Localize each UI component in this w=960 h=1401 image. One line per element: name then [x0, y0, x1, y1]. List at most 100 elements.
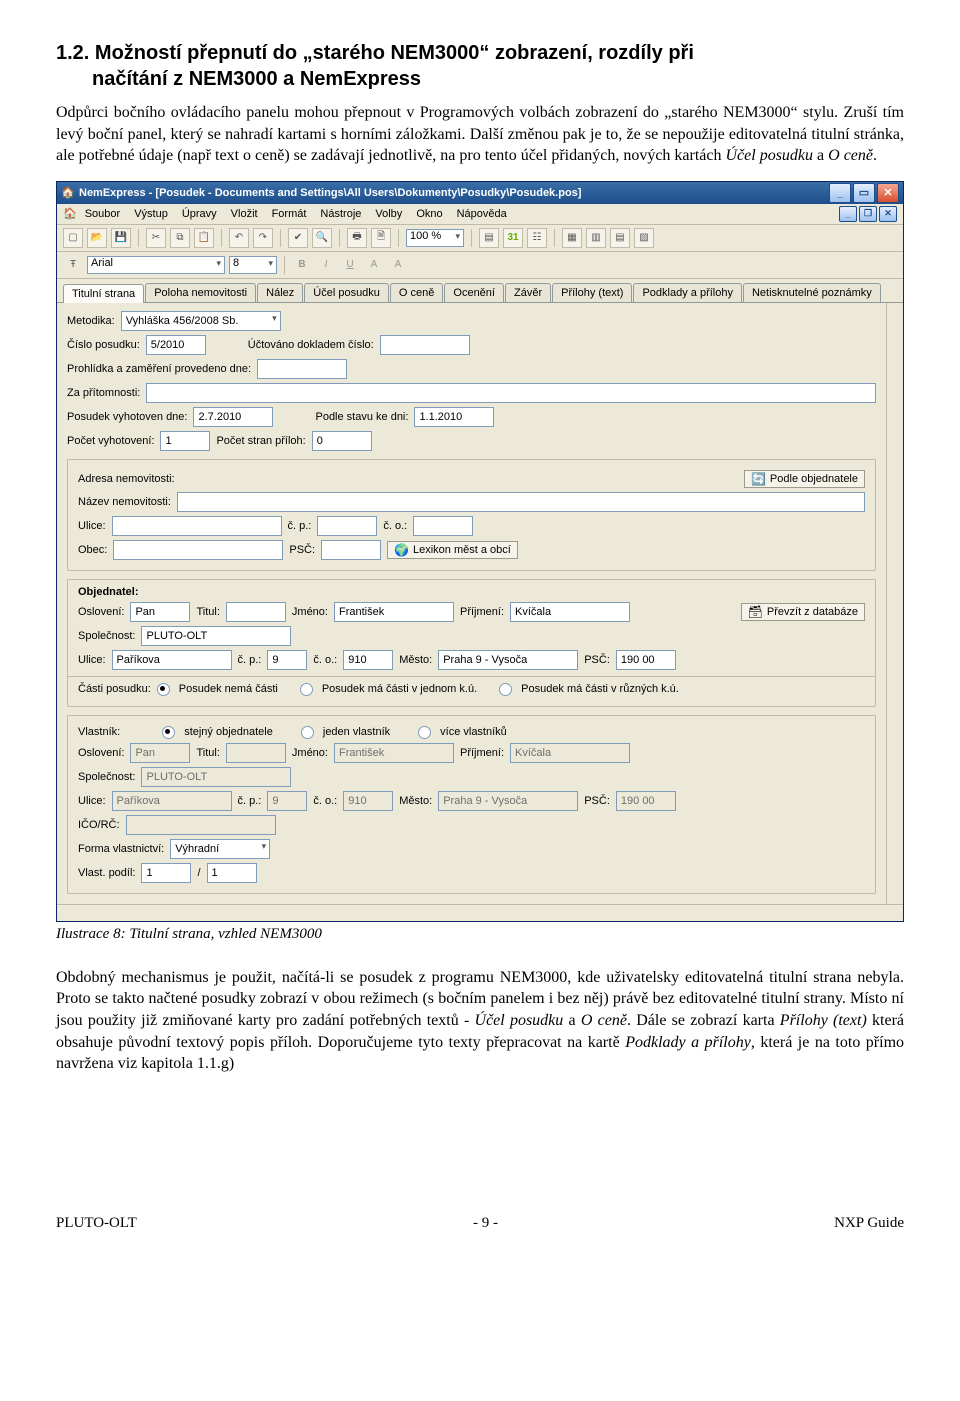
heading-line2: načítání z NEM3000 a NemExpress	[56, 66, 904, 92]
tab-ucel[interactable]: Účel posudku	[304, 283, 389, 302]
obj-ulice-input[interactable]: Paříkova	[112, 650, 232, 670]
titul-input[interactable]	[226, 602, 286, 622]
zoom-select[interactable]: 100 %	[406, 229, 464, 247]
tb-icon-c[interactable]: ▤	[610, 228, 630, 248]
copy-icon[interactable]: ⧉	[170, 228, 190, 248]
find-icon[interactable]: 🔍	[312, 228, 332, 248]
forma-select[interactable]: Výhradní	[170, 839, 270, 859]
prijmeni-input[interactable]: Kvíčala	[510, 602, 630, 622]
stav-input[interactable]: 1.1.2010	[414, 407, 494, 427]
vl-spol-label: Společnost:	[78, 771, 135, 783]
paste-icon[interactable]: 📋	[194, 228, 214, 248]
cut-icon[interactable]: ✂	[146, 228, 166, 248]
podle-objednatele-button[interactable]: 🔄Podle objednatele	[744, 470, 865, 488]
vl-radio-1[interactable]	[162, 726, 175, 739]
tab-ocene[interactable]: O ceně	[390, 283, 443, 302]
obec-input[interactable]	[113, 540, 283, 560]
mdi-close-button[interactable]: ✕	[879, 206, 897, 222]
mesto-label: Město:	[399, 654, 432, 666]
forma-label: Forma vlastnictví:	[78, 843, 164, 855]
preview-icon[interactable]: 🗎	[371, 228, 391, 248]
menu-volby[interactable]: Volby	[373, 207, 404, 221]
casti-radio-3[interactable]	[499, 683, 512, 696]
print-icon[interactable]: 🖶	[347, 228, 367, 248]
window-buttons: _ ▭ ✕	[829, 183, 899, 203]
vl-radio-3[interactable]	[418, 726, 431, 739]
ulice-input[interactable]	[112, 516, 282, 536]
obj-psc-input[interactable]: 190 00	[616, 650, 676, 670]
group-objednatel: Objednatel: Oslovení: Pan Titul: Jméno: …	[67, 579, 876, 707]
cp-input[interactable]	[317, 516, 377, 536]
prohlidka-input[interactable]	[257, 359, 347, 379]
highlight-button[interactable]: A	[388, 255, 408, 275]
uctovano-input[interactable]	[380, 335, 470, 355]
tab-netisk[interactable]: Netisknutelné poznámky	[743, 283, 881, 302]
misc-icon[interactable]: ☷	[527, 228, 547, 248]
casti-radio-1[interactable]	[157, 683, 170, 696]
tab-titulni-strana[interactable]: Titulní strana	[63, 284, 144, 303]
menu-vystup[interactable]: Výstup	[132, 207, 170, 221]
menu-okno[interactable]: Okno	[414, 207, 444, 221]
co-input[interactable]	[413, 516, 473, 536]
podil-a-input[interactable]: 1	[141, 863, 191, 883]
metodika-select[interactable]: Vyhláška 456/2008 Sb.	[121, 311, 281, 331]
open-icon[interactable]: 📂	[87, 228, 107, 248]
menu-nastroje[interactable]: Nástroje	[318, 207, 363, 221]
tab-zaver[interactable]: Závěr	[505, 283, 551, 302]
spell-icon[interactable]: ✔	[288, 228, 308, 248]
menu-soubor[interactable]: Soubor	[83, 207, 122, 221]
mdi-restore-button[interactable]: ❐	[859, 206, 877, 222]
vl-radio-2[interactable]	[301, 726, 314, 739]
date-icon[interactable]: 31	[503, 228, 523, 248]
maximize-button[interactable]: ▭	[853, 183, 875, 203]
undo-icon[interactable]: ↶	[229, 228, 249, 248]
tab-nalez[interactable]: Nález	[257, 283, 303, 302]
underline-button[interactable]: U	[340, 255, 360, 275]
database-icon: 🗃	[748, 605, 763, 619]
vyhotoven-input[interactable]: 2.7.2010	[193, 407, 273, 427]
prevzit-button[interactable]: 🗃Převzít z databáze	[741, 603, 865, 621]
menu-vlozit[interactable]: Vložit	[229, 207, 260, 221]
minimize-button[interactable]: _	[829, 183, 851, 203]
bold-button[interactable]: B	[292, 255, 312, 275]
tab-oceneni[interactable]: Ocenění	[444, 283, 504, 302]
podil-b-input[interactable]: 1	[207, 863, 257, 883]
menu-upravy[interactable]: Úpravy	[180, 207, 219, 221]
obj-mesto-input[interactable]: Praha 9 - Vysoča	[438, 650, 578, 670]
doc-icon: 🏠	[63, 207, 77, 220]
obj-cp-input[interactable]: 9	[267, 650, 307, 670]
casti-radio-2[interactable]	[300, 683, 313, 696]
new-icon[interactable]: ▢	[63, 228, 83, 248]
italic-button[interactable]: I	[316, 255, 336, 275]
fontcolor-button[interactable]: A	[364, 255, 384, 275]
tb-icon-a[interactable]: ▦	[562, 228, 582, 248]
tb-icon-d[interactable]: ▨	[634, 228, 654, 248]
menu-napoveda[interactable]: Nápověda	[455, 207, 509, 221]
fontsize-select[interactable]: 8	[229, 256, 277, 274]
lexikon-button[interactable]: 🌍Lexikon měst a obcí	[387, 541, 518, 559]
osloveni-input[interactable]: Pan	[130, 602, 190, 622]
obj-co-input[interactable]: 910	[343, 650, 393, 670]
tb-icon-b[interactable]: ▥	[586, 228, 606, 248]
psc-input[interactable]	[321, 540, 381, 560]
pocetvyh-input[interactable]: 1	[160, 431, 210, 451]
layout-icon[interactable]: ▤	[479, 228, 499, 248]
font-select[interactable]: Arial	[87, 256, 225, 274]
vertical-scrollbar[interactable]	[886, 303, 903, 904]
menu-format[interactable]: Formát	[270, 207, 309, 221]
nazev-input[interactable]	[177, 492, 865, 512]
pocetstran-input[interactable]: 0	[312, 431, 372, 451]
zapritom-input[interactable]	[146, 383, 876, 403]
footer-left: PLUTO-OLT	[56, 1215, 137, 1232]
tab-poloha[interactable]: Poloha nemovitosti	[145, 283, 256, 302]
spolecnost-input[interactable]: PLUTO-OLT	[141, 626, 291, 646]
cislo-input[interactable]: 5/2010	[146, 335, 206, 355]
redo-icon[interactable]: ↷	[253, 228, 273, 248]
close-button[interactable]: ✕	[877, 183, 899, 203]
tab-podklady[interactable]: Podklady a přílohy	[633, 283, 742, 302]
save-icon[interactable]: 💾	[111, 228, 131, 248]
mdi-minimize-button[interactable]: _	[839, 206, 857, 222]
horizontal-scrollbar[interactable]	[57, 904, 903, 921]
jmeno-input[interactable]: František	[334, 602, 454, 622]
tab-prilohy[interactable]: Přílohy (text)	[552, 283, 632, 302]
